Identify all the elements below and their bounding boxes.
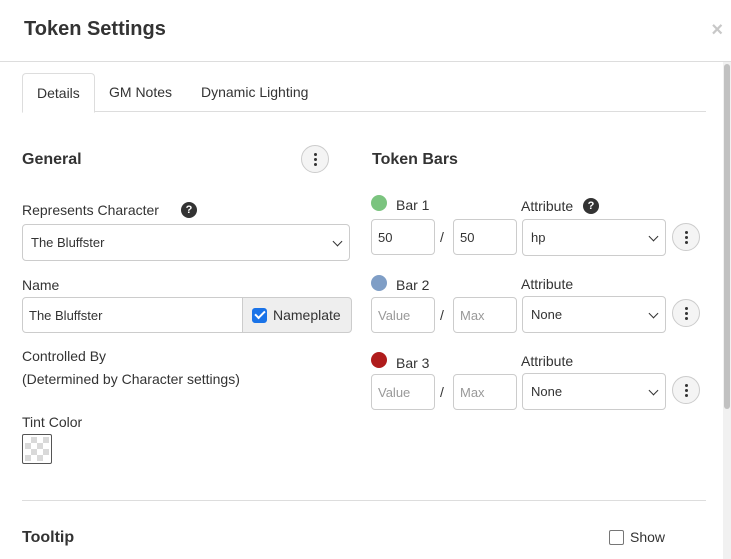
tint-color-picker[interactable] xyxy=(22,434,52,464)
bar-3-attribute-select[interactable]: None xyxy=(522,373,666,410)
dialog-title: Token Settings xyxy=(24,18,166,40)
tooltip-section-title: Tooltip xyxy=(22,529,75,546)
dialog-header: Token Settings × xyxy=(0,0,731,62)
represents-character-select[interactable]: The Bluffster xyxy=(22,224,350,261)
bar-2-attribute-select[interactable]: None xyxy=(522,296,666,333)
bar-3-color-dot[interactable] xyxy=(371,352,387,368)
tooltip-show-label: Show xyxy=(630,529,666,545)
kebab-icon xyxy=(313,152,317,166)
kebab-icon xyxy=(684,230,688,244)
name-input[interactable]: The Bluffster xyxy=(22,297,243,333)
bar-1-attribute-select[interactable]: hp xyxy=(522,219,666,256)
controlled-by-value: (Determined by Character settings) xyxy=(22,371,240,387)
bar-3-attribute-value: None xyxy=(531,384,563,399)
bar-2-separator: / xyxy=(440,307,444,323)
bar-1-label: Bar 1 xyxy=(396,197,430,213)
bar-3-label: Bar 3 xyxy=(396,355,430,371)
token-bars-section-title: Token Bars xyxy=(372,151,458,168)
transparent-swatch-icon xyxy=(25,437,49,461)
bar-1-value-input[interactable]: 50 xyxy=(371,219,435,255)
bar-1-separator: / xyxy=(440,229,444,245)
bar-1-color-dot[interactable] xyxy=(371,195,387,211)
chevron-down-icon xyxy=(648,308,659,319)
kebab-icon xyxy=(684,383,688,397)
tab-gm-notes[interactable]: GM Notes xyxy=(95,73,186,112)
nameplate-checkbox[interactable] xyxy=(252,307,267,323)
tint-color-label: Tint Color xyxy=(22,414,83,430)
general-section-title: General xyxy=(22,151,82,168)
tab-bar: Details GM Notes Dynamic Lighting xyxy=(22,73,706,113)
tooltip-show-checkbox[interactable] xyxy=(609,529,624,545)
name-label: Name xyxy=(22,277,60,293)
nameplate-toggle[interactable]: Nameplate xyxy=(242,297,352,333)
chevron-down-icon xyxy=(648,231,659,242)
chevron-down-icon xyxy=(648,385,659,396)
kebab-icon xyxy=(684,306,688,320)
help-icon[interactable]: ? xyxy=(583,198,599,214)
bar-2-label: Bar 2 xyxy=(396,277,430,293)
bar-2-max-input[interactable]: Max xyxy=(453,297,517,333)
represents-character-value: The Bluffster xyxy=(31,235,105,250)
bar-1-max-input[interactable]: 50 xyxy=(453,219,517,255)
section-divider xyxy=(22,500,706,501)
bar-2-value-input[interactable]: Value xyxy=(371,297,435,333)
help-icon[interactable]: ? xyxy=(181,202,197,218)
bar-3-options-button[interactable] xyxy=(672,376,700,404)
nameplate-label: Nameplate xyxy=(273,307,341,323)
bar-2-color-dot[interactable] xyxy=(371,275,387,291)
tab-details[interactable]: Details xyxy=(22,73,95,113)
controlled-by-label: Controlled By xyxy=(22,348,107,364)
bar-1-attribute-label: Attribute xyxy=(521,198,574,214)
bar-2-attribute-value: None xyxy=(531,307,563,322)
tooltip-show-toggle[interactable]: Show xyxy=(609,529,665,545)
close-icon[interactable]: × xyxy=(711,20,723,40)
general-options-button[interactable] xyxy=(301,145,329,173)
bar-3-separator: / xyxy=(440,384,444,400)
bar-3-attribute-label: Attribute xyxy=(521,353,574,369)
bar-3-value-input[interactable]: Value xyxy=(371,374,435,410)
represents-character-label: Represents Character xyxy=(22,202,159,218)
bar-2-options-button[interactable] xyxy=(672,299,700,327)
scrollbar-thumb[interactable] xyxy=(724,64,730,409)
tab-dynamic-lighting[interactable]: Dynamic Lighting xyxy=(187,73,322,112)
bar-2-attribute-label: Attribute xyxy=(521,276,574,292)
bar-1-attribute-value: hp xyxy=(531,230,546,245)
chevron-down-icon xyxy=(332,236,343,247)
bar-3-max-input[interactable]: Max xyxy=(453,374,517,410)
bar-1-options-button[interactable] xyxy=(672,223,700,251)
